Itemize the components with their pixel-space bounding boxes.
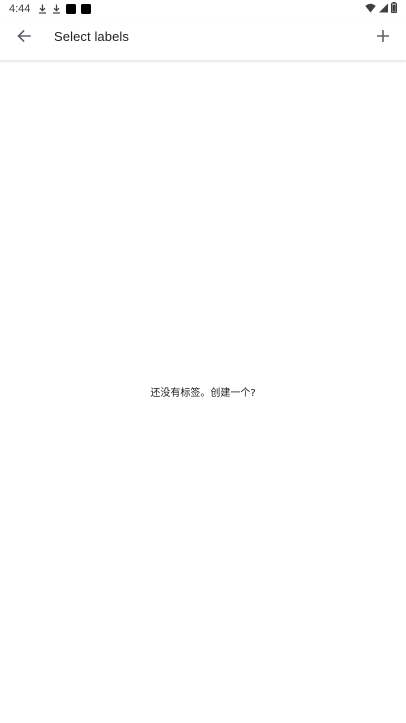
empty-state-message: 还没有标签。创建一个? (150, 388, 256, 399)
add-icon (376, 29, 390, 48)
status-bar: 4:44 (0, 0, 406, 17)
arrow-back-icon (16, 28, 32, 49)
status-right (365, 2, 397, 13)
page-title: Select labels (54, 29, 130, 44)
download-icon (38, 4, 47, 14)
app-notification-icon (66, 3, 77, 14)
cell-signal-icon (379, 3, 388, 13)
status-left: 4:44 (0, 2, 92, 15)
download-icon (52, 4, 61, 14)
battery-icon (391, 2, 397, 13)
app-notification-icon (81, 3, 92, 14)
labels-list-area: 还没有标签。创建一个? (0, 61, 406, 723)
status-time: 4:44 (9, 2, 31, 15)
wifi-icon (365, 3, 376, 13)
add-label-button[interactable] (371, 26, 395, 50)
app-bar: Select labels (0, 17, 406, 61)
back-button[interactable] (12, 26, 36, 50)
